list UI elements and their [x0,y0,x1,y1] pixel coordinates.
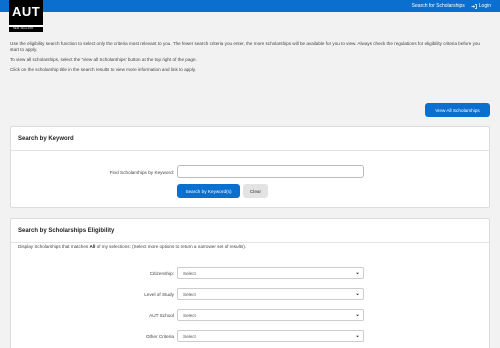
select-value: Select [183,270,196,276]
top-nav-bar: Search for Scholarships Login [0,0,500,12]
keyword-field-label: Find Scholarships by Keyword: [109,170,174,175]
eligibility-note: Display Scholarships that matches All of… [18,244,246,249]
aut-school-select[interactable]: Select [177,309,364,321]
level-of-study-label: Level of Study [144,292,174,297]
intro-paragraph: Click on the scholarship title in the se… [10,67,197,72]
chevron-down-icon [356,272,359,275]
keyword-input[interactable] [177,165,364,178]
chevron-down-icon [356,335,359,338]
search-scholarships-link[interactable]: Search for Scholarships [412,3,465,9]
aut-school-label: AUT School [149,313,174,318]
search-by-keyword-button[interactable]: Search by Keyword(s) [177,184,240,198]
view-all-scholarships-button[interactable]: View All Scholarships [425,103,490,117]
login-label: Login [478,3,491,9]
other-criteria-label: Other Criteria [145,334,174,339]
intro-paragraph: To view all scholarships, select the 'Vi… [10,57,197,63]
intro-text: Use the eligibility search function to s… [10,41,490,77]
note-text: Display Scholarships that matches [18,244,90,249]
eligibility-panel-title: Search by Scholarships Eligibility [11,219,489,243]
eligibility-search-panel: Search by Scholarships Eligibility Displ… [10,218,490,348]
keyword-search-panel: Search by Keyword Find Scholarships by K… [10,126,490,208]
clear-button[interactable]: Clear [243,184,268,198]
aut-logo[interactable]: AUT NEW ZEALAND [9,0,43,32]
level-of-study-select[interactable]: Select [177,288,364,300]
login-link[interactable]: Login [471,3,491,9]
select-value: Select [183,291,196,297]
select-value: Select [183,333,196,339]
top-nav-links: Search for Scholarships Login [412,0,491,12]
note-text: of my selections: (Select more options t… [95,244,247,249]
logo-text: AUT [12,4,41,19]
intro-paragraph: Use the eligibility search function to s… [10,41,480,53]
select-value: Select [183,312,196,318]
logo-subtext: NEW ZEALAND [13,27,34,30]
sign-in-icon [471,3,477,9]
chevron-down-icon [356,314,359,317]
citizenship-label: Citizenship: [149,271,174,276]
other-criteria-select[interactable]: Select [177,330,364,342]
citizenship-select[interactable]: Select [177,267,364,279]
keyword-panel-title: Search by Keyword [11,127,489,151]
chevron-down-icon [356,293,359,296]
